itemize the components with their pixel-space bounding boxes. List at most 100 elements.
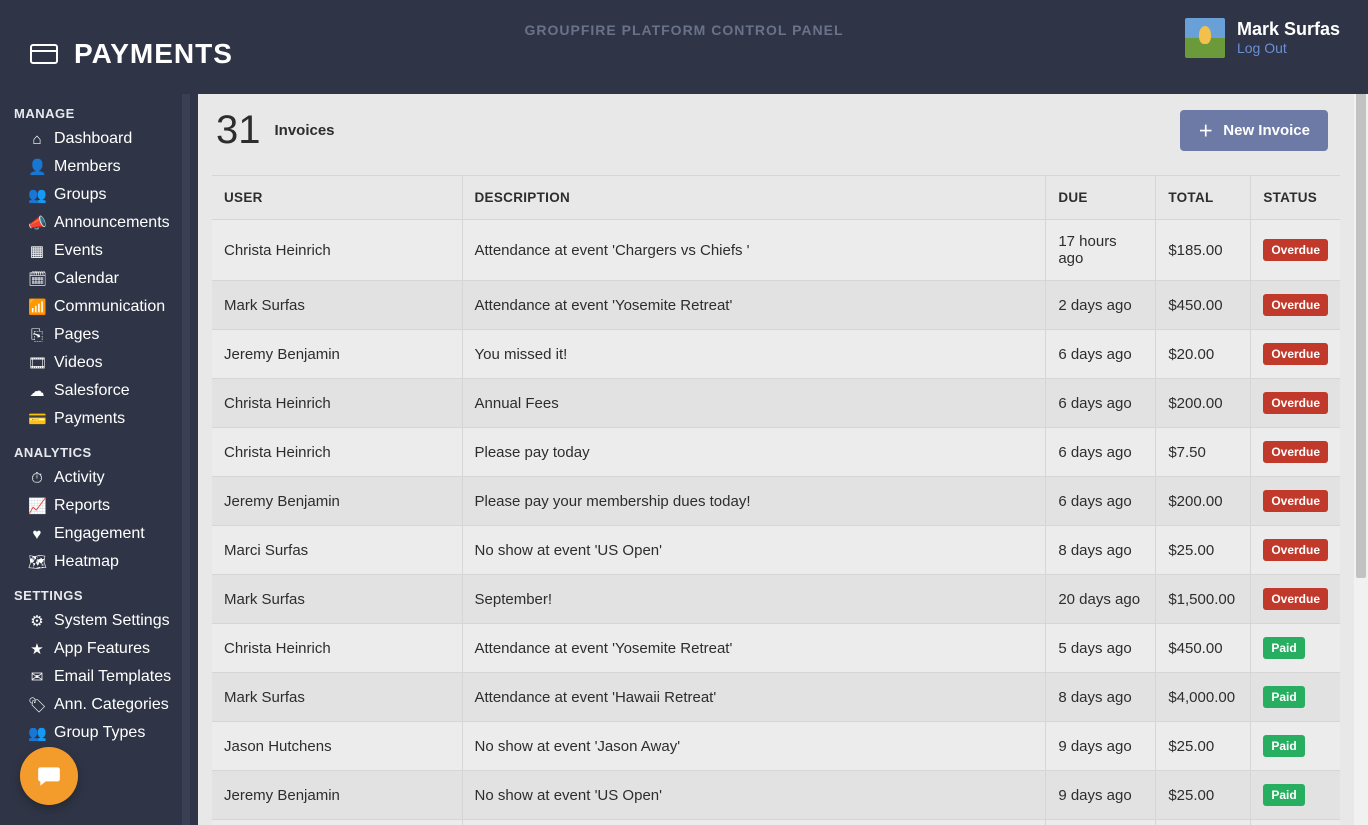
cell-due: 8 days ago [1046,526,1156,575]
table-row[interactable]: Jeremy BenjaminNo show at event 'US Open… [212,771,1340,820]
status-badge-overdue[interactable]: Overdue [1263,392,1328,414]
status-badge-paid[interactable]: Paid [1263,637,1304,659]
table-row[interactable]: Christa HeinrichPlease pay today6 days a… [212,428,1340,477]
sidebar-item-system-settings[interactable]: ⚙System Settings [0,607,182,635]
chart-icon: 📈 [28,499,46,514]
sidebar-item-ann-categories[interactable]: 🏷Ann. Categories [0,691,182,719]
cell-status: Paid [1251,820,1340,825]
gear-icon: ⚙ [28,614,46,629]
cell-status: Paid [1251,722,1340,771]
window-scrollbar[interactable] [1354,0,1368,825]
status-badge-overdue[interactable]: Overdue [1263,239,1328,261]
cell-due: 9 days ago [1046,771,1156,820]
cell-total: $1,500.00 [1156,575,1251,624]
user-name: Mark Surfas [1237,19,1340,40]
col-user[interactable]: USER [212,176,462,220]
sidebar-item-salesforce[interactable]: ☁Salesforce [0,377,182,405]
cell-total: $25.00 [1156,771,1251,820]
cell-total: $25.00 [1156,526,1251,575]
cell-total: $185.00 [1156,220,1251,281]
cell-user: Marci Surfas [212,526,462,575]
sidebar-item-videos[interactable]: 🎞Videos [0,349,182,377]
table-row[interactable]: Christa HeinrichAnnual Fees6 days ago$20… [212,379,1340,428]
sidebar-item-app-features[interactable]: ★App Features [0,635,182,663]
status-badge-overdue[interactable]: Overdue [1263,343,1328,365]
table-row[interactable]: Mark SurfasNo show at event 'US Open'9 d… [212,820,1340,825]
invoice-count-block: 31 Invoices [216,108,335,153]
sidebar-item-groups[interactable]: 👥 Groups [0,181,182,209]
table-row[interactable]: Mark SurfasAttendance at event 'Yosemite… [212,281,1340,330]
logout-link[interactable]: Log Out [1237,40,1287,56]
cell-total: $450.00 [1156,281,1251,330]
col-status[interactable]: STATUS [1251,176,1340,220]
header-brand: PAYMENTS [30,38,233,70]
cell-description: Attendance at event 'Yosemite Retreat' [462,281,1046,330]
map-icon: 🗺 [28,555,46,570]
status-badge-paid[interactable]: Paid [1263,784,1304,806]
sidebar[interactable]: MANAGE⌂Dashboard👤Members👥Groups📣Announce… [0,94,190,825]
sidebar-item-announcements[interactable]: 📣Announcements [0,209,182,237]
sidebar-item-label: Events [54,242,103,260]
sidebar-item-heatmap[interactable]: 🗺Heatmap [0,548,182,576]
col-description[interactable]: DESCRIPTION [462,176,1046,220]
sidebar-item-pages[interactable]: ⎘Pages [0,321,182,349]
sidebar-item-label: Activity [54,469,105,487]
cell-total: $7.50 [1156,428,1251,477]
sidebar-item-label: Email Templates [54,668,171,686]
sidebar-item-activity[interactable]: ⏱ Activity [0,464,182,492]
new-invoice-button[interactable]: ＋ New Invoice [1180,110,1328,151]
status-badge-overdue[interactable]: Overdue [1263,441,1328,463]
chat-button[interactable] [20,747,78,805]
table-row[interactable]: Mark SurfasAttendance at event 'Hawaii R… [212,673,1340,722]
table-row[interactable]: Christa HeinrichAttendance at event 'Cha… [212,220,1340,281]
main-content[interactable]: 31 Invoices ＋ New Invoice USER DESCRIPTI… [198,94,1354,825]
table-row[interactable]: Jeremy BenjaminYou missed it!6 days ago$… [212,330,1340,379]
sidebar-item-label: Groups [54,186,106,204]
sidebar-item-label: Communication [54,298,165,316]
status-badge-overdue[interactable]: Overdue [1263,294,1328,316]
sidebar-item-label: Reports [54,497,110,515]
table-row[interactable]: Mark SurfasSeptember!20 days ago$1,500.0… [212,575,1340,624]
status-badge-overdue[interactable]: Overdue [1263,490,1328,512]
sidebar-item-members[interactable]: 👤Members [0,153,182,181]
cell-total: $25.00 [1156,722,1251,771]
invoice-count: 31 [216,108,261,153]
sidebar-item-group-types[interactable]: 👥Group Types [0,719,182,747]
new-invoice-label: New Invoice [1223,122,1310,139]
avatar[interactable] [1185,18,1225,58]
sidebar-item-communication[interactable]: 📶Communication [0,293,182,321]
col-due[interactable]: DUE [1046,176,1156,220]
cell-user: Christa Heinrich [212,379,462,428]
sidebar-item-label: Dashboard [54,130,132,148]
cell-status: Overdue [1251,330,1340,379]
status-badge-paid[interactable]: Paid [1263,686,1304,708]
status-badge-paid[interactable]: Paid [1263,735,1304,757]
sidebar-item-calendar[interactable]: 🗓Calendar [0,265,182,293]
cell-due: 9 days ago [1046,820,1156,825]
sidebar-item-events[interactable]: ▦Events [0,237,182,265]
cell-total: $200.00 [1156,477,1251,526]
sidebar-item-label: Pages [54,326,99,344]
tach-icon: ⏱ [28,471,46,486]
cell-description: Please pay today [462,428,1046,477]
table-row[interactable]: Christa HeinrichAttendance at event 'Yos… [212,624,1340,673]
sidebar-item-engagement[interactable]: ♥Engagement [0,520,182,548]
cell-due: 6 days ago [1046,477,1156,526]
cell-description: Please pay your membership dues today! [462,477,1046,526]
sidebar-item-reports[interactable]: 📈 Reports [0,492,182,520]
sidebar-item-dashboard[interactable]: ⌂Dashboard [0,125,182,153]
table-row[interactable]: Jeremy BenjaminPlease pay your membershi… [212,477,1340,526]
status-badge-overdue[interactable]: Overdue [1263,539,1328,561]
cell-due: 6 days ago [1046,379,1156,428]
table-row[interactable]: Marci SurfasNo show at event 'US Open'8 … [212,526,1340,575]
sidebar-item-email-templates[interactable]: ✉Email Templates [0,663,182,691]
table-row[interactable]: Jason HutchensNo show at event 'Jason Aw… [212,722,1340,771]
cell-user: Christa Heinrich [212,428,462,477]
sidebar-item-label: Calendar [54,270,119,288]
sidebar-item-payments[interactable]: 💳Payments [0,405,182,433]
sidebar-item-label: App Features [54,640,150,658]
col-total[interactable]: TOTAL [1156,176,1251,220]
status-badge-overdue[interactable]: Overdue [1263,588,1328,610]
cell-due: 8 days ago [1046,673,1156,722]
group-icon: 👥 [28,188,46,203]
